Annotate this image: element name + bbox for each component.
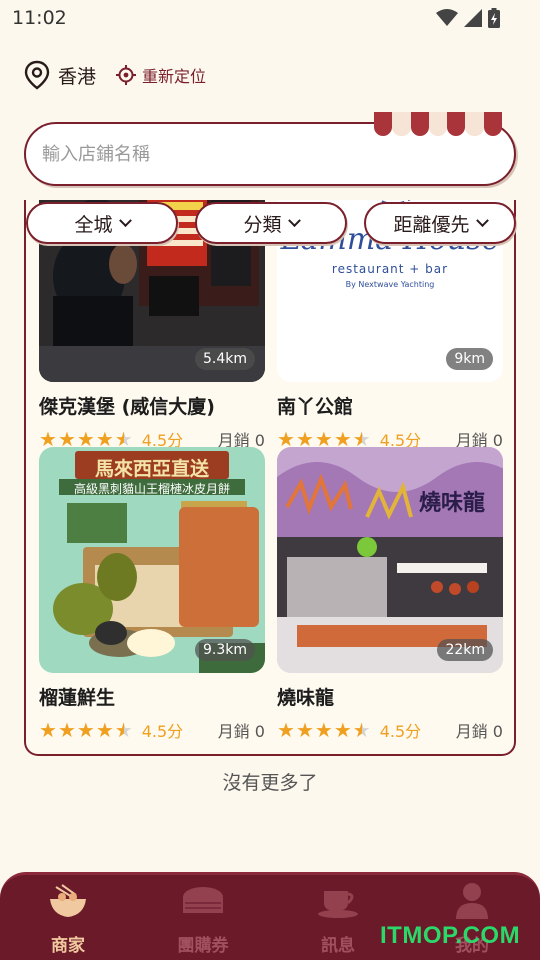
chevron-down-icon bbox=[475, 213, 489, 227]
star-icon: ★ bbox=[277, 718, 295, 742]
status-bar: 11:02 bbox=[0, 0, 540, 36]
sort-filter-label: 距離優先 bbox=[393, 213, 470, 236]
store-name: 榴蓮鮮生 bbox=[39, 687, 116, 709]
tab-group-coupons[interactable]: 團購券 bbox=[163, 881, 243, 956]
rating-stars: ★ ★ ★ ★ ★ bbox=[277, 720, 372, 740]
tab-messages[interactable]: 訊息 bbox=[298, 881, 378, 956]
star-icon: ★ bbox=[57, 718, 76, 742]
current-city[interactable]: 香港 bbox=[58, 62, 96, 89]
crosshair-icon bbox=[116, 65, 137, 85]
user-icon bbox=[456, 883, 488, 919]
store-image: 燒味龍 22km bbox=[277, 447, 503, 673]
area-filter-dropdown[interactable]: 全城 bbox=[26, 202, 178, 244]
promo-title: 馬來西亞直送 bbox=[94, 458, 209, 480]
tab-label: 團購券 bbox=[177, 936, 229, 956]
logo-byline: By Nextwave Yachting bbox=[345, 280, 435, 289]
star-icon: ★ bbox=[39, 427, 57, 451]
star-icon: ★ bbox=[314, 718, 333, 742]
watermark: ITMOP.COM bbox=[380, 922, 521, 949]
sort-filter-dropdown[interactable]: 距離優先 bbox=[364, 202, 516, 244]
monthly-sales: 月銷 0 bbox=[455, 722, 503, 741]
store-name: 燒味龍 bbox=[277, 687, 335, 709]
category-filter-dropdown[interactable]: 分類 bbox=[195, 202, 347, 244]
star-icon: ★ bbox=[277, 427, 295, 451]
wifi-icon bbox=[436, 9, 458, 26]
monthly-sales: 月銷 0 bbox=[217, 722, 265, 741]
promo-subtitle: 高級黑刺貓山王榴槤冰皮月餅 bbox=[73, 482, 230, 496]
filter-bar: 全城 分類 距離優先 bbox=[26, 202, 516, 244]
star-icon: ★ bbox=[95, 718, 114, 742]
signal-icon bbox=[464, 9, 482, 27]
rating-stars: ★ ★ ★ ★ ★ bbox=[277, 429, 372, 449]
tab-label: 商家 bbox=[51, 936, 85, 956]
map-pin-icon bbox=[24, 60, 50, 90]
chevron-down-icon bbox=[287, 213, 301, 227]
star-icon: ★ bbox=[57, 427, 76, 451]
status-time: 11:02 bbox=[12, 7, 67, 29]
end-of-list-text: 沒有更多了 bbox=[222, 772, 318, 794]
category-filter-label: 分類 bbox=[243, 213, 282, 236]
distance-badge: 9km bbox=[446, 348, 493, 370]
half-star-icon: ★ bbox=[114, 718, 133, 742]
area-filter-label: 全城 bbox=[74, 213, 113, 236]
store-card[interactable]: 燒味龍 22km 燒味龍 ★ ★ ★ ★ ★ 4.5分 月銷 0 bbox=[277, 447, 503, 742]
awning-decoration bbox=[374, 112, 502, 136]
distance-badge: 22km bbox=[437, 639, 493, 661]
rating-score: 4.5分 bbox=[141, 722, 184, 741]
half-star-icon: ★ bbox=[352, 718, 371, 742]
star-icon: ★ bbox=[39, 718, 57, 742]
dumpling-basket-icon bbox=[183, 887, 223, 913]
tab-label: 訊息 bbox=[321, 936, 355, 956]
relocate-label: 重新定位 bbox=[142, 67, 207, 86]
star-icon: ★ bbox=[333, 427, 352, 451]
store-image: 馬來西亞直送 高級黑刺貓山王榴槤冰皮月餅 9.3km bbox=[39, 447, 265, 673]
star-icon: ★ bbox=[295, 718, 314, 742]
rating-stars: ★ ★ ★ ★ ★ bbox=[39, 720, 134, 740]
relocate-button[interactable]: 重新定位 bbox=[116, 63, 206, 87]
star-icon: ★ bbox=[295, 427, 314, 451]
location-bar: 香港 重新定位 bbox=[24, 60, 206, 90]
battery-icon bbox=[488, 8, 500, 28]
half-star-icon: ★ bbox=[114, 427, 133, 451]
logo-subtitle: restaurant + bar bbox=[331, 262, 449, 276]
store-card[interactable]: 馬來西亞直送 高級黑刺貓山王榴槤冰皮月餅 9.3km 榴蓮鮮生 ★ ★ ★ ★ ★ 4.… bbox=[39, 447, 265, 742]
distance-badge: 9.3km bbox=[194, 639, 255, 661]
half-star-icon: ★ bbox=[352, 427, 371, 451]
noodle-bowl-icon bbox=[50, 884, 86, 917]
star-icon: ★ bbox=[95, 427, 114, 451]
star-icon: ★ bbox=[333, 718, 352, 742]
rating-stars: ★ ★ ★ ★ ★ bbox=[39, 429, 134, 449]
shop-sign: 燒味龍 bbox=[419, 491, 486, 516]
rating-score: 4.5分 bbox=[379, 722, 422, 741]
store-list-panel: 5.4km 傑克漢堡 (威信大廈) ★★★★★ 4.5分 月銷 0 Lamma … bbox=[24, 200, 516, 756]
star-icon: ★ bbox=[314, 427, 333, 451]
tab-merchants[interactable]: 商家 bbox=[28, 881, 108, 956]
tea-cup-icon bbox=[318, 891, 358, 918]
store-search-input[interactable] bbox=[42, 144, 342, 165]
star-icon: ★ bbox=[76, 718, 95, 742]
store-name: 傑克漢堡 (威信大廈) bbox=[39, 396, 215, 418]
star-icon: ★ bbox=[76, 427, 95, 451]
distance-badge: 5.4km bbox=[194, 348, 255, 370]
store-name: 南丫公館 bbox=[277, 396, 354, 418]
chevron-down-icon bbox=[118, 213, 132, 227]
